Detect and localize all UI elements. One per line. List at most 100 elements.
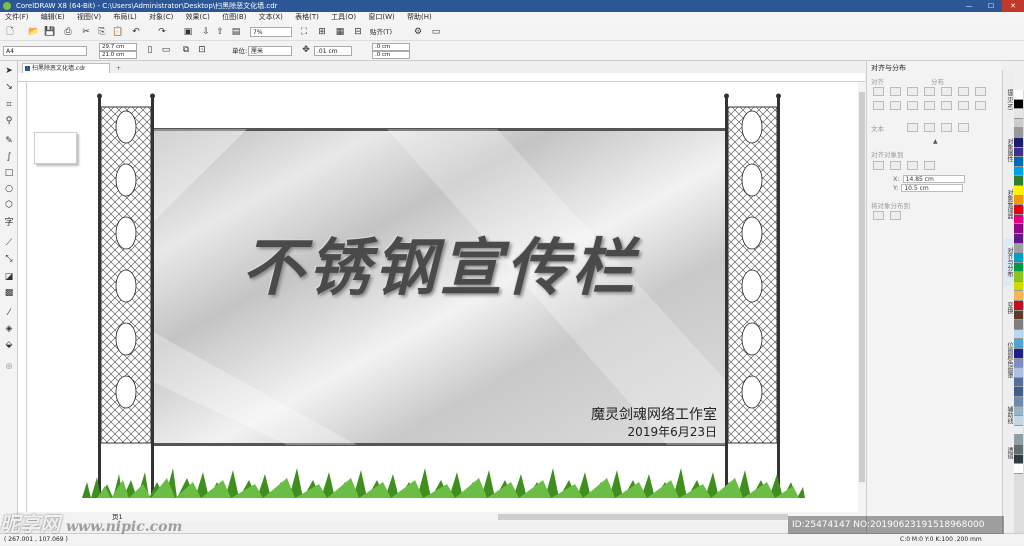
palette-swatch[interactable] (1014, 329, 1023, 340)
rectangle-tool-icon[interactable]: □ (3, 167, 15, 179)
menu-help[interactable]: 帮助(H) (402, 12, 437, 23)
redo-icon[interactable]: ↷ (156, 26, 168, 38)
shape-tool-icon[interactable]: ↘ (3, 81, 15, 93)
nudge-distance-field[interactable]: .01 cm (314, 46, 352, 56)
palette-swatch[interactable] (1014, 339, 1023, 350)
smart-fill-icon[interactable]: ⬙ (3, 339, 15, 351)
palette-swatch[interactable] (1014, 99, 1023, 110)
palette-swatch[interactable] (1014, 195, 1023, 206)
menu-window[interactable]: 窗口(W) (363, 12, 399, 23)
palette-swatch[interactable] (1014, 166, 1023, 177)
vertical-scrollbar[interactable] (858, 82, 866, 512)
cut-icon[interactable]: ✂ (80, 26, 92, 38)
palette-swatch[interactable] (1014, 128, 1023, 138)
active-objects-icon[interactable] (873, 161, 884, 170)
page-center-icon[interactable] (907, 161, 918, 170)
align-center-v-icon[interactable] (890, 101, 901, 110)
palette-swatch[interactable] (1014, 224, 1023, 234)
show-guidelines-icon[interactable]: ⊟ (352, 26, 364, 38)
drop-shadow-icon[interactable]: ◪ (3, 271, 15, 283)
pick-tool-icon[interactable]: ➤ (3, 65, 15, 77)
freehand-tool-icon[interactable]: ✎ (3, 135, 15, 147)
palette-swatch[interactable] (1014, 444, 1023, 455)
palette-swatch[interactable] (1014, 272, 1023, 282)
palette-swatch[interactable] (1014, 358, 1023, 369)
palette-swatch[interactable] (1014, 147, 1023, 158)
palette-swatch[interactable] (1014, 406, 1023, 417)
page-extent-icon[interactable] (890, 211, 901, 220)
maximize-button[interactable]: ☐ (980, 0, 1002, 12)
show-rulers-icon[interactable]: ⊞ (316, 26, 328, 38)
y-field[interactable]: 10.5 cm (901, 184, 964, 192)
palette-swatch[interactable] (1014, 205, 1023, 215)
menu-view[interactable]: 视图(V) (72, 12, 106, 23)
transparency-icon[interactable]: ▩ (3, 287, 15, 299)
expand-chevron-icon[interactable]: ▲ (933, 138, 938, 145)
align-right-icon[interactable] (907, 87, 918, 96)
paste-icon[interactable]: 📋 (112, 26, 124, 38)
vertical-ruler[interactable] (18, 82, 27, 512)
palette-swatch[interactable] (1014, 425, 1023, 436)
copy-icon[interactable]: ⎘ (96, 26, 108, 38)
menu-bitmaps[interactable]: 位图(B) (217, 12, 251, 23)
unit-select[interactable]: 厘米 (248, 46, 292, 56)
import-icon[interactable]: ⇩ (200, 26, 212, 38)
text-first-line-icon[interactable] (924, 123, 935, 132)
text-tool-icon[interactable]: 字 (3, 217, 15, 229)
palette-swatch[interactable] (1014, 349, 1023, 359)
palette-swatch[interactable] (1014, 310, 1023, 321)
palette-swatch[interactable] (1014, 464, 1023, 474)
duplicate-x-field[interactable]: .0 cm (372, 43, 410, 51)
grid-icon[interactable] (924, 161, 935, 170)
palette-swatch[interactable] (1014, 157, 1023, 167)
palette-swatch[interactable] (1014, 90, 1023, 100)
artistic-media-icon[interactable]: ∫ (3, 151, 15, 163)
distribute-middle-icon[interactable] (941, 101, 952, 110)
horizontal-ruler[interactable] (18, 73, 865, 82)
close-button[interactable]: ✕ (1002, 0, 1024, 12)
all-pages-icon[interactable]: ⧉ (180, 44, 192, 56)
ellipse-tool-icon[interactable]: ○ (3, 183, 15, 195)
customize-plus-icon[interactable]: ⊕ (3, 361, 15, 373)
connector-tool-icon[interactable]: ⤡ (3, 253, 15, 265)
menu-layout[interactable]: 布局(L) (108, 12, 141, 23)
palette-swatch[interactable] (1014, 454, 1023, 465)
distribute-center-icon[interactable] (941, 87, 952, 96)
menu-tools[interactable]: 工具(O) (326, 12, 361, 23)
palette-swatch[interactable] (1014, 301, 1023, 311)
menu-edit[interactable]: 编辑(E) (36, 12, 70, 23)
palette-swatch[interactable] (1014, 435, 1023, 445)
duplicate-y-field[interactable]: .0 cm (372, 51, 410, 59)
document-tab[interactable]: 扫黑除恶文化墙.cdr + (22, 63, 121, 73)
polygon-tool-icon[interactable]: ⬡ (3, 199, 15, 211)
page-edge-icon[interactable] (890, 161, 901, 170)
palette-swatch[interactable] (1014, 176, 1023, 186)
palette-swatch[interactable] (1014, 281, 1023, 292)
open-icon[interactable]: 📂 (28, 26, 40, 38)
x-field[interactable]: 14.85 cm (902, 175, 965, 183)
palette-swatch[interactable] (1014, 137, 1023, 148)
palette-swatch[interactable] (1014, 416, 1023, 426)
palette-swatch[interactable] (1014, 243, 1023, 254)
crop-tool-icon[interactable]: ⌗ (3, 99, 15, 111)
landscape-icon[interactable]: ▭ (160, 44, 172, 56)
page-width-field[interactable]: 29.7 cm (99, 43, 137, 51)
horizontal-scroll-thumb[interactable] (498, 514, 788, 520)
snap-to-dropdown[interactable]: 贴齐(T) (370, 27, 392, 37)
undo-icon[interactable]: ↶ (130, 26, 142, 38)
text-last-line-icon[interactable] (941, 123, 952, 132)
palette-swatch[interactable] (1014, 291, 1023, 302)
menu-file[interactable]: 文件(F) (0, 12, 34, 23)
publish-pdf-icon[interactable]: ▤ (230, 26, 242, 38)
palette-swatch[interactable] (1014, 377, 1023, 388)
zoom-level-select[interactable]: 7% (250, 27, 292, 37)
page-size-select[interactable]: A4 (3, 46, 87, 56)
palette-swatch[interactable] (1014, 233, 1023, 244)
zoom-tool-icon[interactable]: ⚲ (3, 115, 15, 127)
distribute-right-icon[interactable] (958, 87, 969, 96)
distribute-spacing-icon[interactable] (975, 87, 986, 96)
align-top-icon[interactable] (873, 101, 884, 110)
palette-swatch[interactable] (1014, 387, 1023, 397)
print-icon[interactable]: ⎙ (62, 26, 74, 38)
menu-effects[interactable]: 效果(C) (181, 12, 215, 23)
